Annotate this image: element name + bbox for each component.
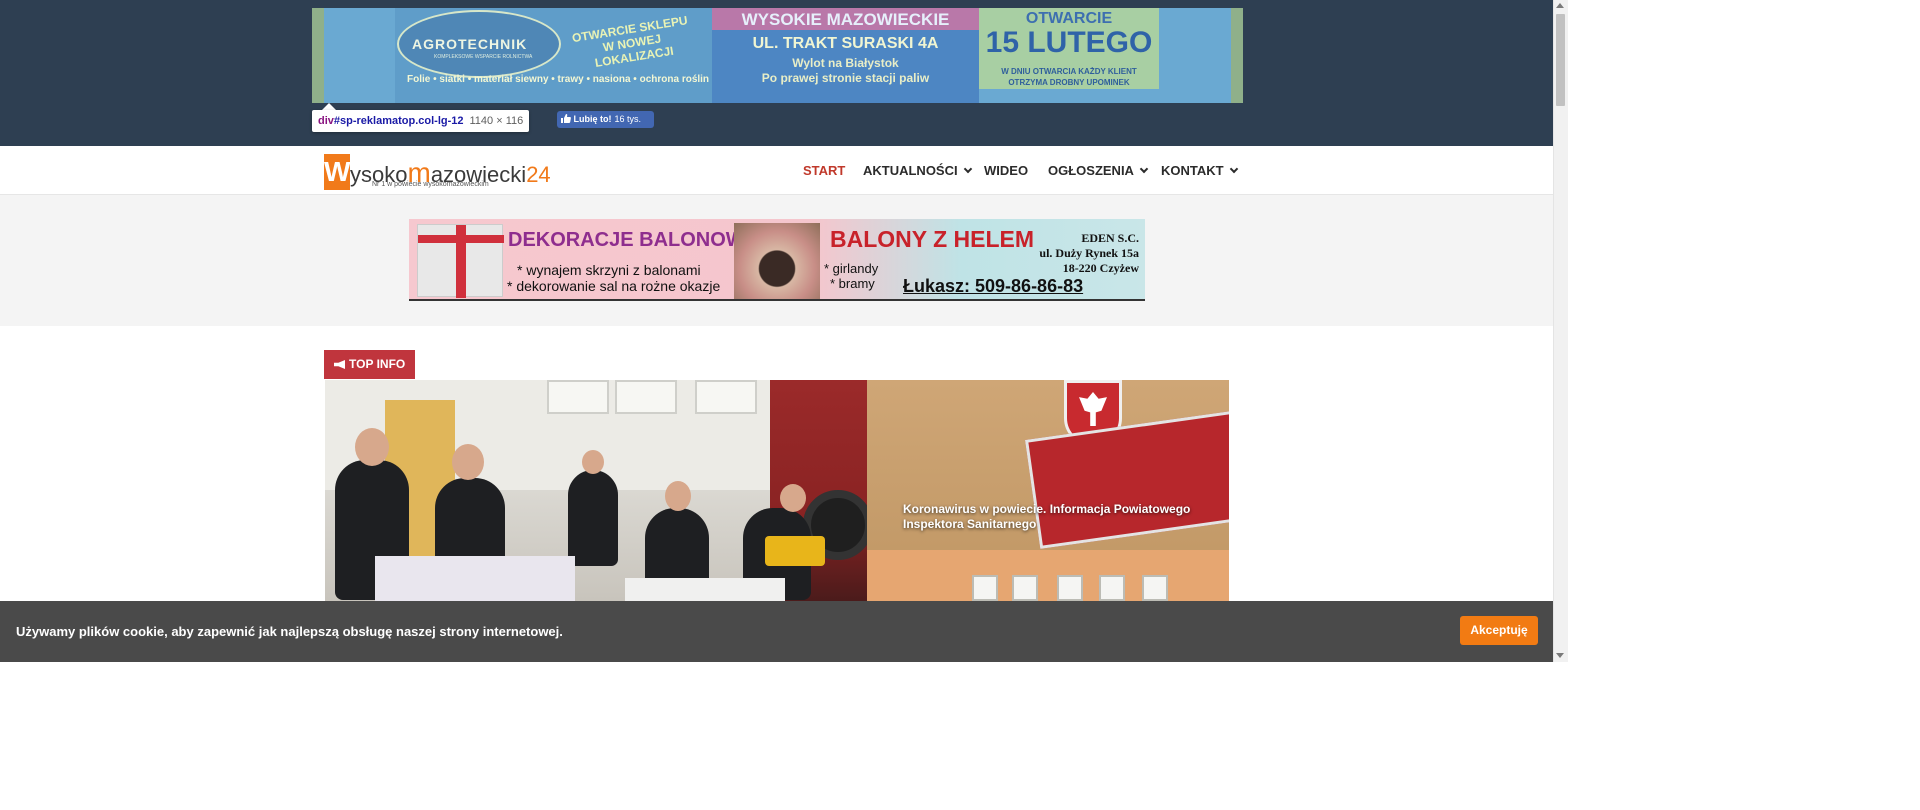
gift-box-image [417, 224, 504, 298]
photo-person-head [582, 450, 604, 474]
nav-news-label: AKTUALNOŚCI [863, 163, 958, 178]
inspector-selector: div#sp-reklamatop.col-lg-12 [318, 115, 464, 127]
nav-video-label: WIDEO [984, 163, 1029, 178]
balloon-ad-company: EDEN S.C. [1081, 231, 1139, 245]
agrotechnik-products: Folie • siatki • materiał siewny • trawy… [407, 74, 710, 85]
building-window [1142, 575, 1168, 601]
photo-window [547, 380, 609, 414]
inspector-selector-tag: div [318, 115, 334, 127]
top-advertisement-banner[interactable]: AGROTECHNIK KOMPLEKSOWE WSPARCIE ROLNICT… [312, 8, 1243, 103]
balloon-ad-address: EDEN S.C. ul. Duży Rynek 15a 18-220 Czyż… [1009, 231, 1139, 276]
scrollbar-thumb[interactable] [1556, 14, 1565, 106]
scroll-up-arrow-icon[interactable] [1556, 3, 1564, 8]
article-photo-building[interactable] [867, 550, 1229, 601]
nav-start-label: START [803, 163, 846, 178]
ad-gift-note: W DNIU OTWARCIA KAŻDY KLIENT OTRZYMA DRO… [979, 66, 1159, 88]
ad-city-name: WYSOKIE MAZOWIECKIE [741, 10, 950, 29]
nav-ads[interactable]: OGŁOSZENIA [1048, 163, 1149, 178]
inspector-selector-id-class: #sp-reklamatop.col-lg-12 [333, 115, 464, 127]
balloon-ad-phone: Łukasz: 509-86-86-83 [903, 276, 1084, 296]
photo-window [615, 380, 677, 414]
balloon-advertisement[interactable]: DEKORACJE BALONOWE * wynajem skrzyni z b… [409, 219, 1145, 301]
building-window [1099, 575, 1125, 601]
photo-person-head [452, 444, 484, 480]
photo-person-head [355, 428, 389, 466]
top-info-text: TOP INFO [349, 357, 406, 371]
cookie-consent-bar: Używamy plików cookie, aby zapewnić jak … [0, 601, 1553, 662]
photo-person-head [665, 481, 691, 511]
ad-directions: Wylot na Białystok Po prawej stronie sta… [712, 56, 979, 86]
nav-contact-label: KONTAKT [1161, 163, 1224, 178]
ad-edge-left [312, 8, 324, 103]
nav-contact[interactable]: KONTAKT [1161, 163, 1238, 178]
featured-article-photo[interactable] [325, 380, 867, 601]
nav-video[interactable]: WIDEO [984, 163, 1028, 178]
helium-balloons-title: BALONY Z HELEM [830, 226, 1035, 252]
chevron-down-icon [1139, 164, 1149, 174]
agrotechnik-tagline: KOMPLEKSOWE WSPARCIE ROLNICTWA [434, 54, 533, 60]
logo-slogan: Nr 1 w powiecie wysokomazowieckim [372, 181, 489, 188]
ad-gift-note-line1: W DNIU OTWARCIA KAŻDY KLIENT [1001, 67, 1137, 76]
photo-person-head [780, 484, 806, 512]
ad-street-address: UL. TRAKT SURASKI 4A [752, 35, 939, 52]
building-window [972, 575, 998, 601]
balloon-ad-title: DEKORACJE BALONOWE [508, 229, 759, 251]
cookie-accept-button[interactable]: Akceptuję [1460, 616, 1538, 645]
top-info-label: TOP INFO [324, 350, 416, 379]
balloon-ad-gates: * bramy [830, 276, 875, 291]
photo-table [375, 556, 575, 601]
scroll-down-arrow-icon[interactable] [1556, 653, 1564, 658]
balloon-ad-garlands: * girlandy [824, 261, 879, 276]
thumbs-up-icon [561, 114, 571, 123]
article-title-link[interactable]: Koronawirus w powiecie. Informacja Powia… [903, 502, 1203, 532]
cookie-consent-text: Używamy plików cookie, aby zapewnić jak … [16, 624, 563, 639]
balloon-ad-street: ul. Duży Rynek 15a [1039, 246, 1139, 260]
chevron-down-icon [1229, 164, 1238, 174]
inspector-tooltip-arrow [322, 103, 336, 110]
ad-directions-line1: Wylot na Białystok [792, 56, 899, 70]
balloon-ad-city: 18-220 Czyżew [1062, 261, 1139, 275]
photo-window [695, 380, 757, 414]
photo-sewing-machine [765, 536, 825, 566]
gift-ribbon-horizontal [418, 235, 504, 243]
megaphone-icon [334, 360, 345, 369]
site-logo[interactable]: W ysokomazowiecki24 Nr 1 w powiecie wyso… [324, 154, 551, 190]
nav-news[interactable]: AKTUALNOŚCI [863, 163, 972, 178]
inspector-dimensions: 1140 × 116 [469, 115, 524, 127]
ad-opening-date: 15 LUTEGO [985, 26, 1153, 59]
balloon-ad-line1: * wynajem skrzyni z balonami [517, 262, 701, 278]
building-window [1012, 575, 1038, 601]
site-header: W ysokomazowiecki24 Nr 1 w powiecie wyso… [0, 146, 1553, 195]
ad-directions-line2: Po prawej stronie stacji paliw [761, 71, 930, 85]
facebook-like-label: Lubię to! [573, 114, 612, 124]
nav-ads-label: OGŁOSZENIA [1048, 163, 1134, 178]
photo-person [568, 470, 618, 566]
balloon-arch-image [734, 223, 820, 299]
building-window [1057, 575, 1083, 601]
logo-w-box: W [324, 154, 350, 190]
agrotechnik-logo-text: AGROTECHNIK [412, 36, 528, 52]
facebook-like-button[interactable]: Lubię to! 16 tys. [557, 111, 654, 128]
balloon-ad-line2: * dekorowanie sal na rożne okazje [507, 278, 721, 294]
ad-edge-right [1231, 8, 1243, 103]
logo-part-24: 24 [526, 162, 551, 187]
chevron-down-icon [963, 164, 972, 174]
facebook-like-count: 16 tys. [614, 114, 642, 124]
ad-gift-note-line2: OTRZYMA DROBNY UPOMINEK [1008, 78, 1130, 87]
nav-start[interactable]: START [803, 163, 845, 178]
photo-table [625, 578, 785, 601]
devtools-inspector-tooltip: div#sp-reklamatop.col-lg-12 1140 × 116 [312, 110, 530, 132]
